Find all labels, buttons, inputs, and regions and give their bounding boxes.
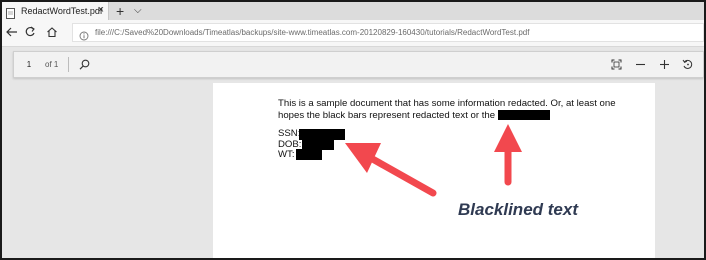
paragraph-line-1: This is a sample document that has some … — [278, 98, 616, 109]
plus-icon[interactable] — [657, 57, 672, 72]
chevron-down-icon[interactable]: ⌵ — [134, 2, 142, 20]
url-text[interactable]: file:///C:/Saved%20Downloads/Timeatlas/b… — [95, 28, 529, 37]
toolbar-divider — [68, 57, 69, 72]
ssn-label: SSN: — [278, 128, 301, 139]
navigation-bar: file:///C:/Saved%20Downloads/Timeatlas/b… — [2, 20, 704, 47]
rotate-icon[interactable] — [680, 57, 695, 72]
plus-icon[interactable]: + — [116, 2, 124, 20]
wt-redaction-bar — [296, 149, 322, 160]
screenshot-frame: RedactWordTest.pdf × + ⌵ file:///C:/Save… — [0, 0, 706, 260]
paragraph-line-2: hopes the black bars represent redacted … — [278, 109, 496, 121]
tab-redactwordtest[interactable]: RedactWordTest.pdf × — [2, 2, 109, 20]
back-arrow-icon[interactable] — [4, 24, 20, 40]
document-paragraph: This is a sample document that has some … — [278, 98, 638, 121]
close-icon[interactable]: × — [98, 4, 104, 16]
pdf-viewer: 1 of 1 This is a sample document that ha… — [2, 47, 704, 258]
callout-label: Blacklined text — [458, 200, 578, 219]
tab-title: RedactWordTest.pdf — [21, 6, 103, 16]
page-count: of 1 — [45, 60, 59, 69]
fit-to-page-icon[interactable] — [609, 57, 624, 72]
home-icon[interactable] — [44, 24, 60, 40]
refresh-icon[interactable] — [22, 24, 38, 40]
pdf-toolbar: 1 of 1 — [13, 51, 704, 78]
search-icon[interactable] — [77, 57, 92, 72]
page-number-input[interactable]: 1 — [20, 56, 38, 73]
document-page: This is a sample document that has some … — [213, 83, 655, 258]
wt-label: WT: — [278, 149, 295, 160]
minus-icon[interactable] — [633, 57, 648, 72]
tab-strip: RedactWordTest.pdf × + ⌵ — [2, 2, 704, 20]
redaction-bar — [497, 109, 550, 120]
address-bar[interactable]: file:///C:/Saved%20Downloads/Timeatlas/b… — [72, 23, 704, 42]
pdf-file-icon — [5, 6, 16, 19]
info-icon — [79, 28, 89, 40]
